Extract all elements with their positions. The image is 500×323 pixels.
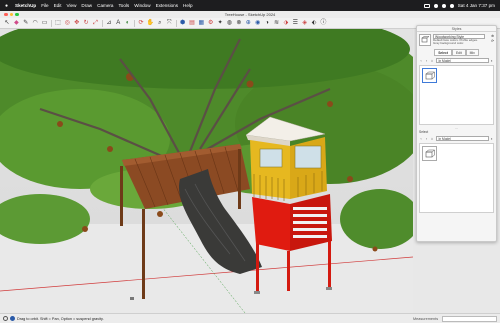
tab-mix[interactable]: Mix: [465, 49, 479, 56]
title-bar: TreeHouse - SketchUp 2024: [0, 11, 500, 18]
styles-list: [419, 65, 494, 125]
style-description: Default face colors. Profile edges. Gray…: [433, 38, 485, 46]
tape-measure-tool-icon[interactable]: ⊿: [105, 19, 113, 27]
layout-icon[interactable]: ▦: [197, 19, 205, 27]
clock[interactable]: Sat 4 Jan 7:37 pm: [458, 3, 495, 8]
entity-info-icon[interactable]: ⓘ: [319, 19, 327, 27]
paint-bucket-tool-icon[interactable]: ◐: [124, 19, 132, 27]
style-side-icons: ⊕ ⟳: [491, 34, 494, 43]
treehouse-model-view[interactable]: [0, 29, 413, 313]
secondary-collection-row: ‹ › ⌂ In Model ◐: [417, 135, 496, 142]
text-tool-icon[interactable]: A: [114, 19, 122, 27]
solid-tools-icon[interactable]: ◍: [226, 19, 234, 27]
menu-camera[interactable]: Camera: [97, 3, 113, 8]
secondary-styles-list: [419, 143, 494, 213]
menu-view[interactable]: View: [67, 3, 77, 8]
back-arrow-icon[interactable]: ‹: [419, 58, 423, 63]
forward-arrow-icon[interactable]: ›: [425, 58, 429, 63]
scale-tool-icon[interactable]: ⤢: [92, 19, 100, 27]
push-pull-tool-icon[interactable]: ⬚: [54, 19, 62, 27]
3d-warehouse-icon[interactable]: ⬢: [179, 19, 187, 27]
geo-location-icon[interactable]: [3, 316, 8, 321]
window-title: TreeHouse - SketchUp 2024: [224, 12, 276, 17]
3d-viewport[interactable]: [0, 29, 413, 313]
fog-icon[interactable]: ≋: [272, 19, 280, 27]
extension-warehouse-icon[interactable]: ▤: [188, 19, 196, 27]
move-tool-icon[interactable]: ✥: [73, 19, 81, 27]
styles-icon[interactable]: ◉: [254, 19, 262, 27]
menu-extensions[interactable]: Extensions: [156, 3, 178, 8]
current-style-row: Woodworking Style Default face colors. P…: [417, 32, 496, 48]
style-tabs: Select Edit Mix: [417, 49, 496, 56]
zoom-window-icon[interactable]: [15, 12, 19, 16]
extension-manager-icon[interactable]: ⚙: [207, 19, 215, 27]
zoom-extents-tool-icon[interactable]: ⤧: [165, 19, 173, 27]
orbit-tool-icon[interactable]: ⟳: [137, 19, 145, 27]
secondary-style-swatch[interactable]: [422, 146, 437, 161]
outliner-icon[interactable]: ☰: [291, 19, 299, 27]
credits-icon[interactable]: [10, 316, 15, 321]
offset-tool-icon[interactable]: ◎: [63, 19, 71, 27]
line-tool-icon[interactable]: ✎: [22, 19, 30, 27]
update-style-icon[interactable]: ⟳: [491, 39, 494, 43]
menu-tools[interactable]: Tools: [118, 3, 129, 8]
status-bar: Drag to orbit. Shift = Pan, Option = sus…: [0, 313, 500, 323]
apple-menu-icon[interactable]: ●: [5, 3, 10, 9]
styles-tray: Styles Woodworking Style Default face co…: [416, 25, 497, 242]
current-style-thumbnail[interactable]: [419, 34, 431, 46]
back-arrow-icon-2[interactable]: ‹: [419, 136, 423, 141]
sandbox-tool-icon[interactable]: ✦: [216, 19, 224, 27]
components-icon[interactable]: ⬗: [282, 19, 290, 27]
menu-edit[interactable]: Edit: [54, 3, 62, 8]
materials-icon[interactable]: ◈: [301, 19, 309, 27]
window-controls: [4, 12, 19, 16]
status-hint: Drag to orbit. Shift = Pan, Option = sus…: [17, 316, 104, 321]
collection-dropdown[interactable]: In Model: [435, 58, 489, 63]
create-style-icon[interactable]: ⊕: [491, 34, 494, 38]
macos-menubar: ● SketchUp File Edit View Draw Camera To…: [0, 0, 500, 11]
tab-select[interactable]: Select: [434, 49, 452, 56]
search-icon[interactable]: [441, 3, 446, 8]
shadows-icon[interactable]: ◑: [263, 19, 271, 27]
select-tool-icon[interactable]: ↖: [3, 19, 11, 27]
control-center-icon[interactable]: [449, 3, 454, 8]
tab-edit[interactable]: Edit: [451, 49, 466, 56]
forward-arrow-icon-2[interactable]: ›: [425, 136, 429, 141]
section-plane-icon[interactable]: ⊗: [235, 19, 243, 27]
sketchup-window: TreeHouse - SketchUp 2024 ↖ ◆ ✎ ◠ ▭ ⬚ ◎ …: [0, 11, 500, 323]
pan-tool-icon[interactable]: ✋: [146, 19, 154, 27]
style-swatch-selected[interactable]: [422, 68, 437, 83]
arc-tool-icon[interactable]: ◠: [31, 19, 39, 27]
menu-help[interactable]: Help: [183, 3, 192, 8]
menubar-status-area: Sat 4 Jan 7:37 pm: [423, 3, 495, 8]
details-icon[interactable]: ◐: [490, 58, 494, 63]
details-icon-2[interactable]: ◐: [490, 136, 494, 141]
wifi-icon[interactable]: [433, 3, 438, 8]
style-info: Woodworking Style Default face colors. P…: [433, 34, 485, 46]
minimize-window-icon[interactable]: [9, 12, 13, 16]
measurements-label: Measurements: [413, 317, 439, 321]
collection-select-row: ‹ › ⌂ In Model ◐: [417, 57, 496, 64]
scenes-icon[interactable]: ⊕: [244, 19, 252, 27]
menu-app-name[interactable]: SketchUp: [15, 3, 36, 8]
battery-icon[interactable]: [423, 3, 430, 8]
measurements-input[interactable]: [442, 315, 497, 322]
style-description-line-2: Gray background color.: [433, 41, 465, 46]
secondary-collection-dropdown[interactable]: In Model: [435, 136, 489, 141]
zoom-tool-icon[interactable]: ⌕: [156, 19, 164, 27]
rotate-tool-icon[interactable]: ↻: [82, 19, 90, 27]
close-window-icon[interactable]: [4, 12, 8, 16]
shape-tool-icon[interactable]: ▭: [41, 19, 49, 27]
home-icon[interactable]: ⌂: [430, 58, 434, 63]
menu-window[interactable]: Window: [134, 3, 150, 8]
menu-file[interactable]: File: [41, 3, 48, 8]
eraser-tool-icon[interactable]: ◆: [12, 19, 20, 27]
menu-draw[interactable]: Draw: [81, 3, 92, 8]
tags-icon[interactable]: ⬖: [310, 19, 318, 27]
home-icon-2[interactable]: ⌂: [430, 136, 434, 141]
